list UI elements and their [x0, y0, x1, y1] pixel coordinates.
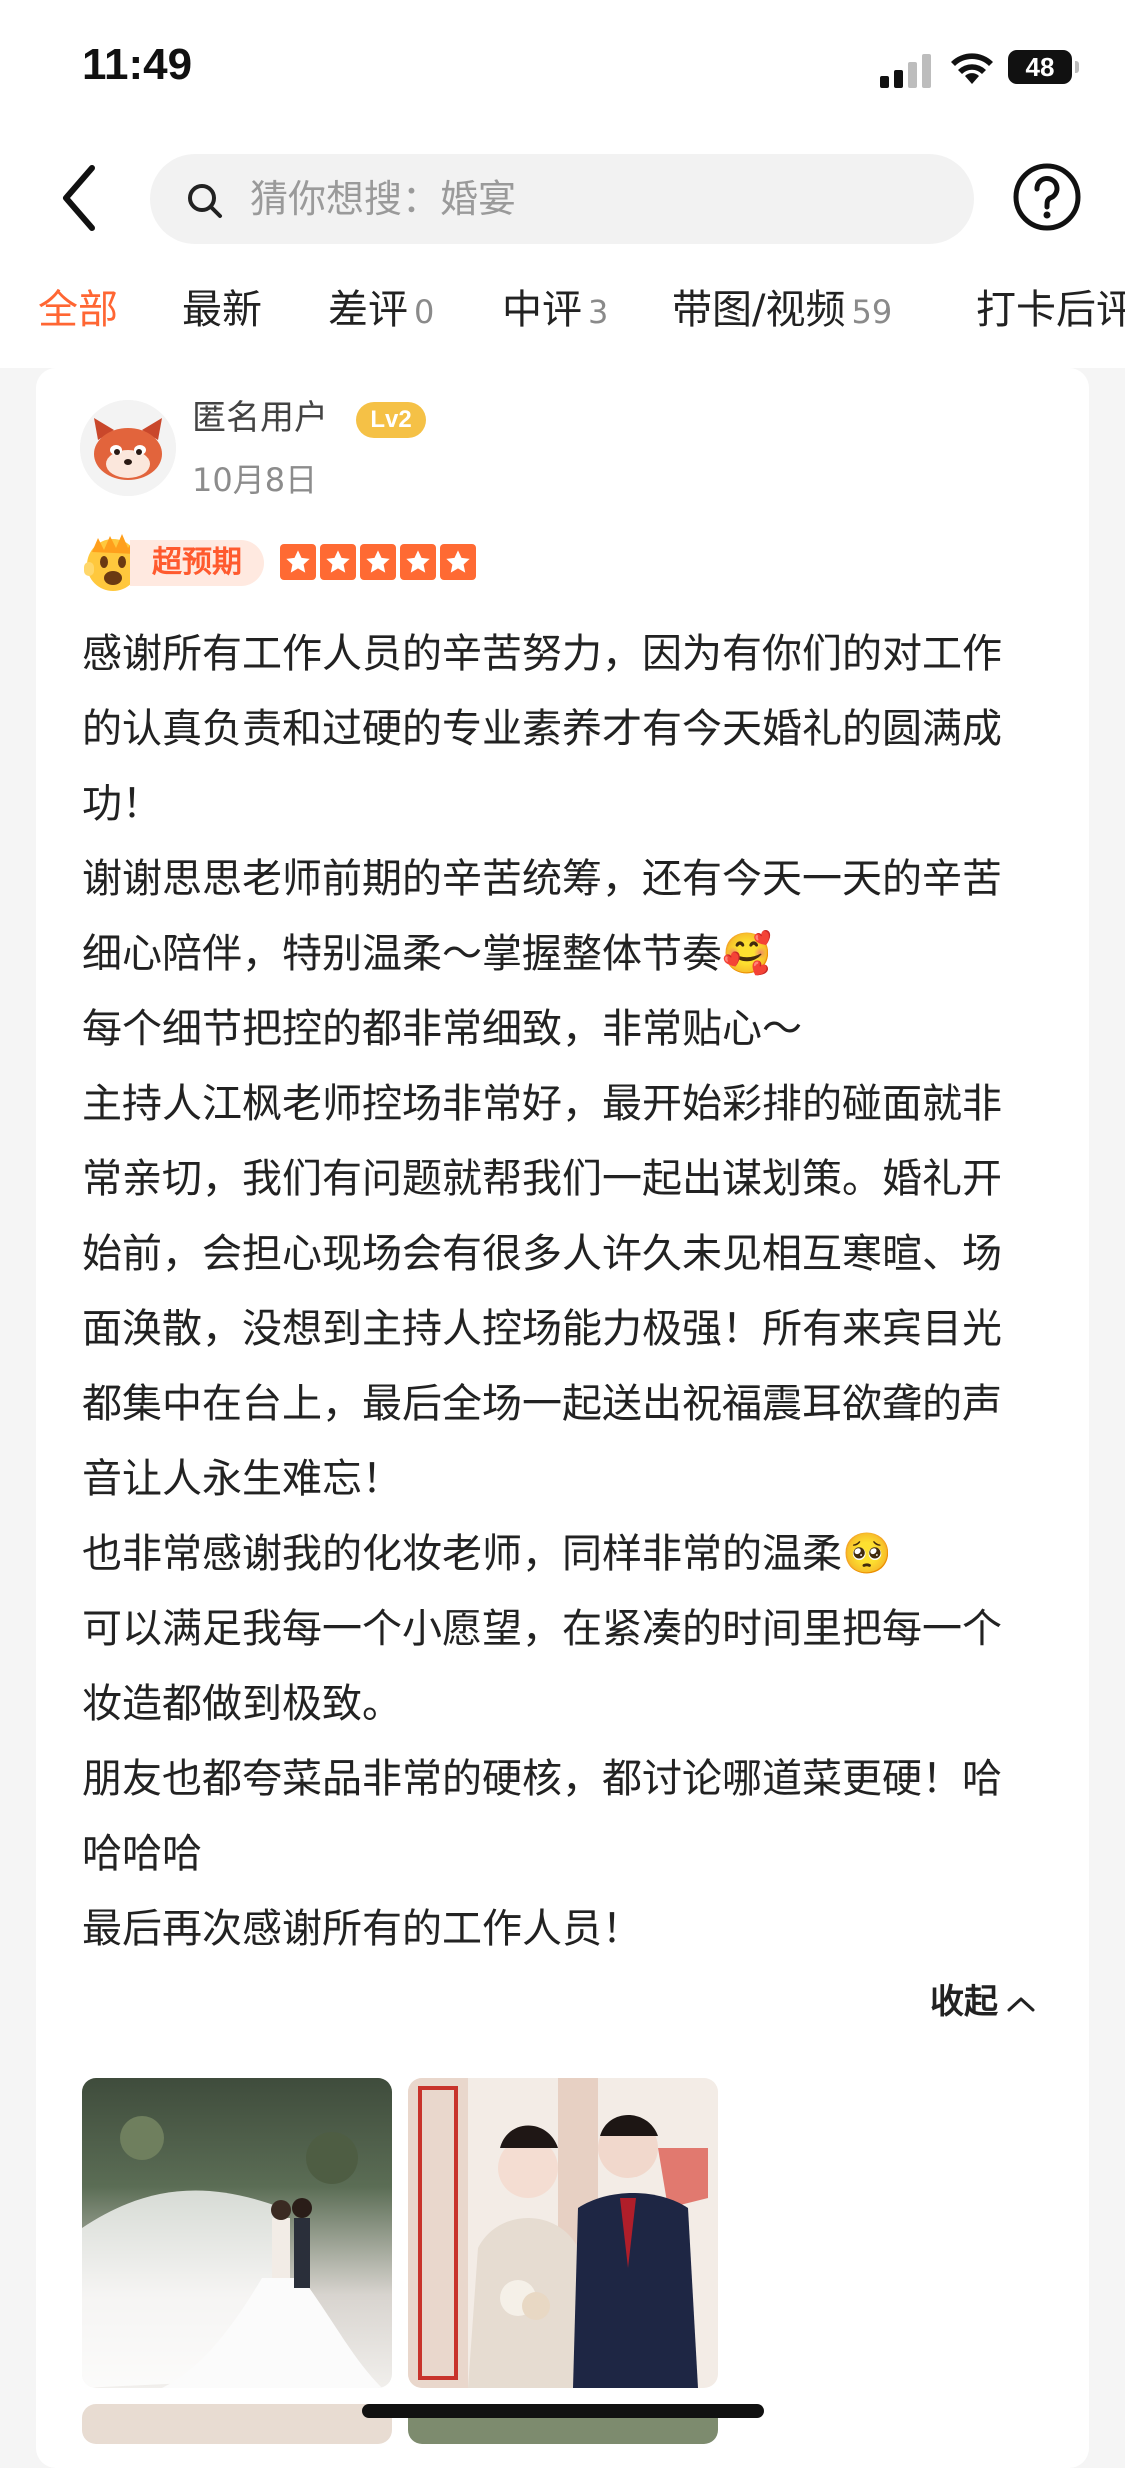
search-input[interactable]: 猜你想搜：婚宴	[150, 154, 974, 244]
tab-label: 打卡后评	[976, 287, 1125, 333]
review-paragraph: 谢谢思思老师前期的辛苦统筹，还有今天一天的辛苦细心陪伴，特别温柔～掌握整体节奏🥰	[82, 856, 1002, 977]
review-paragraph: 朋友也都夸菜品非常的硬核，都讨论哪道菜更硬！哈哈哈哈	[82, 1756, 1002, 1877]
star-icon	[280, 544, 316, 580]
avatar[interactable]	[80, 400, 176, 496]
tab-count: 0	[414, 293, 435, 331]
tab-count: 59	[851, 293, 893, 331]
review-paragraph: 可以满足我每一个小愿望，在紧凑的时间里把每一个妆造都做到极致。	[82, 1606, 1002, 1727]
star-icon	[360, 544, 396, 580]
review-paragraph: 主持人江枫老师控场非常好，最开始彩排的碰面就非常亲切，我们有问题就帮我们一起出谋…	[82, 1081, 1002, 1502]
tab-label: 带图/视频	[672, 287, 846, 333]
chevron-up-icon	[1007, 1997, 1035, 2011]
tab-label: 差评	[328, 287, 408, 333]
tab-all[interactable]: 全部	[38, 282, 118, 338]
star-icon	[440, 544, 476, 580]
wifi-icon	[951, 53, 993, 84]
tab-label: 最新	[182, 287, 262, 333]
tab-latest[interactable]: 最新	[182, 282, 262, 338]
cellular-signal-icon	[880, 54, 934, 88]
battery-icon: 48	[1008, 50, 1079, 84]
tab-photo-video[interactable]: 带图/视频 59	[672, 282, 892, 340]
reviewer-name[interactable]: 匿名用户	[192, 396, 328, 440]
tab-checkin-review[interactable]: 打卡后评	[976, 282, 1125, 338]
tab-neutral[interactable]: 中评 3	[502, 282, 608, 340]
tab-count: 3	[588, 293, 609, 331]
review-photo[interactable]	[82, 2404, 392, 2444]
review-paragraph: 感谢所有工作人员的辛苦努力，因为有你们的对工作的认真负责和过硬的专业素养才有今天…	[82, 631, 1002, 827]
tab-label: 中评	[502, 287, 582, 333]
collapse-button[interactable]: 收起	[930, 1972, 1036, 2032]
red-panda-avatar-icon	[80, 400, 176, 496]
help-icon[interactable]	[1012, 162, 1082, 232]
status-time: 11:49	[82, 40, 193, 89]
review-paragraph: 每个细节把控的都非常细致，非常贴心～	[82, 1006, 802, 1052]
status-bar: 11:49 48	[0, 0, 1125, 140]
review-photo[interactable]	[408, 2078, 718, 2388]
collapse-label: 收起	[930, 1982, 998, 2022]
review-filter-tabs: 全部 最新 差评 0 中评 3 带图/视频 59 打卡后评	[0, 258, 1125, 368]
review-paragraph: 最后再次感谢所有的工作人员！	[82, 1906, 642, 1952]
search-header: 猜你想搜：婚宴	[0, 140, 1125, 258]
tab-negative[interactable]: 差评 0	[328, 282, 434, 340]
back-arrow-icon[interactable]	[52, 158, 112, 238]
level-badge: Lv2	[356, 402, 426, 438]
home-indicator	[362, 2404, 764, 2418]
couple-photo	[408, 2078, 708, 2388]
review-date: 10月8日	[192, 461, 318, 499]
review-paragraph: 也非常感谢我的化妆老师，同样非常的温柔🥺	[82, 1531, 892, 1577]
search-icon	[188, 184, 222, 218]
star-icon	[400, 544, 436, 580]
wedding-gown-photo	[82, 2116, 382, 2388]
search-placeholder: 猜你想搜：婚宴	[250, 177, 517, 221]
review-text: 感谢所有工作人员的辛苦努力，因为有你们的对工作的认真负责和过硬的专业素养才有今天…	[82, 617, 1022, 1967]
star-rating	[280, 544, 480, 582]
review-photo[interactable]	[82, 2078, 392, 2388]
star-icon	[320, 544, 356, 580]
tab-label: 全部	[38, 287, 118, 333]
rating-label: 超预期	[152, 545, 242, 580]
